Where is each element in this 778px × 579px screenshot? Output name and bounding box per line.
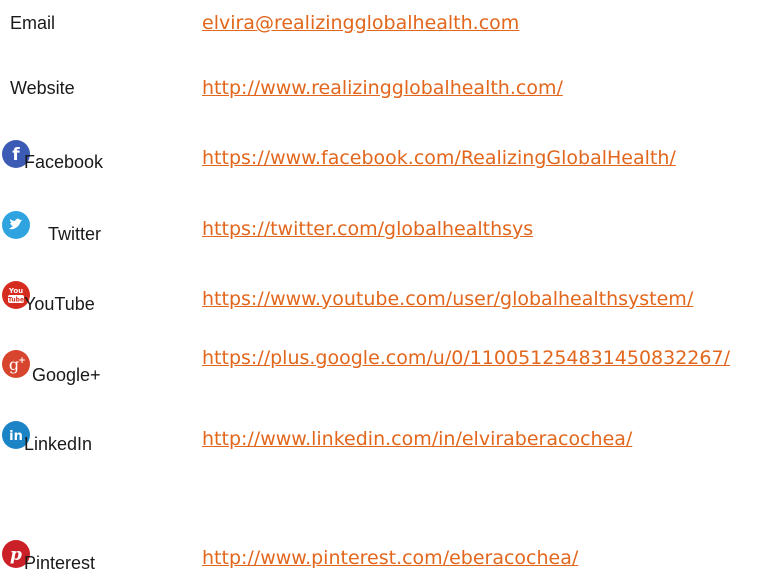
contact-label-google-plus: Google+	[32, 365, 101, 385]
contact-label-youtube: YouTube	[24, 294, 95, 314]
contact-label-twitter: Twitter	[48, 224, 102, 244]
svg-text:Tube: Tube	[8, 297, 24, 304]
contact-label-linkedin: LinkedIn	[24, 434, 93, 454]
contact-label-website: Website	[10, 78, 75, 98]
svg-text:You: You	[8, 287, 23, 295]
svg-text:p: p	[10, 545, 22, 565]
google-plus-icon: g +	[2, 350, 30, 378]
website-link[interactable]: http://www.realizingglobalhealth.com/	[202, 71, 762, 105]
svg-text:+: +	[18, 356, 26, 366]
svg-text:in: in	[9, 429, 23, 444]
facebook-link[interactable]: https://www.facebook.com/RealizingGlobal…	[202, 141, 762, 175]
email-link[interactable]: elvira@realizingglobalhealth.com	[202, 6, 762, 40]
svg-text:f: f	[12, 145, 20, 165]
contact-label-pinterest: Pinterest	[24, 553, 96, 573]
contact-label-facebook: Facebook	[24, 152, 104, 172]
youtube-link[interactable]: https://www.youtube.com/user/globalhealt…	[202, 282, 762, 316]
contact-label-email: Email	[10, 13, 56, 33]
twitter-link[interactable]: https://twitter.com/globalhealthsys	[202, 212, 762, 246]
pinterest-link[interactable]: http://www.pinterest.com/eberacochea/	[202, 541, 762, 575]
google-plus-link[interactable]: https://plus.google.com/u/0/110051254831…	[202, 341, 757, 375]
linkedin-link[interactable]: http://www.linkedin.com/in/elviraberacoc…	[202, 422, 762, 456]
twitter-icon	[2, 211, 30, 239]
